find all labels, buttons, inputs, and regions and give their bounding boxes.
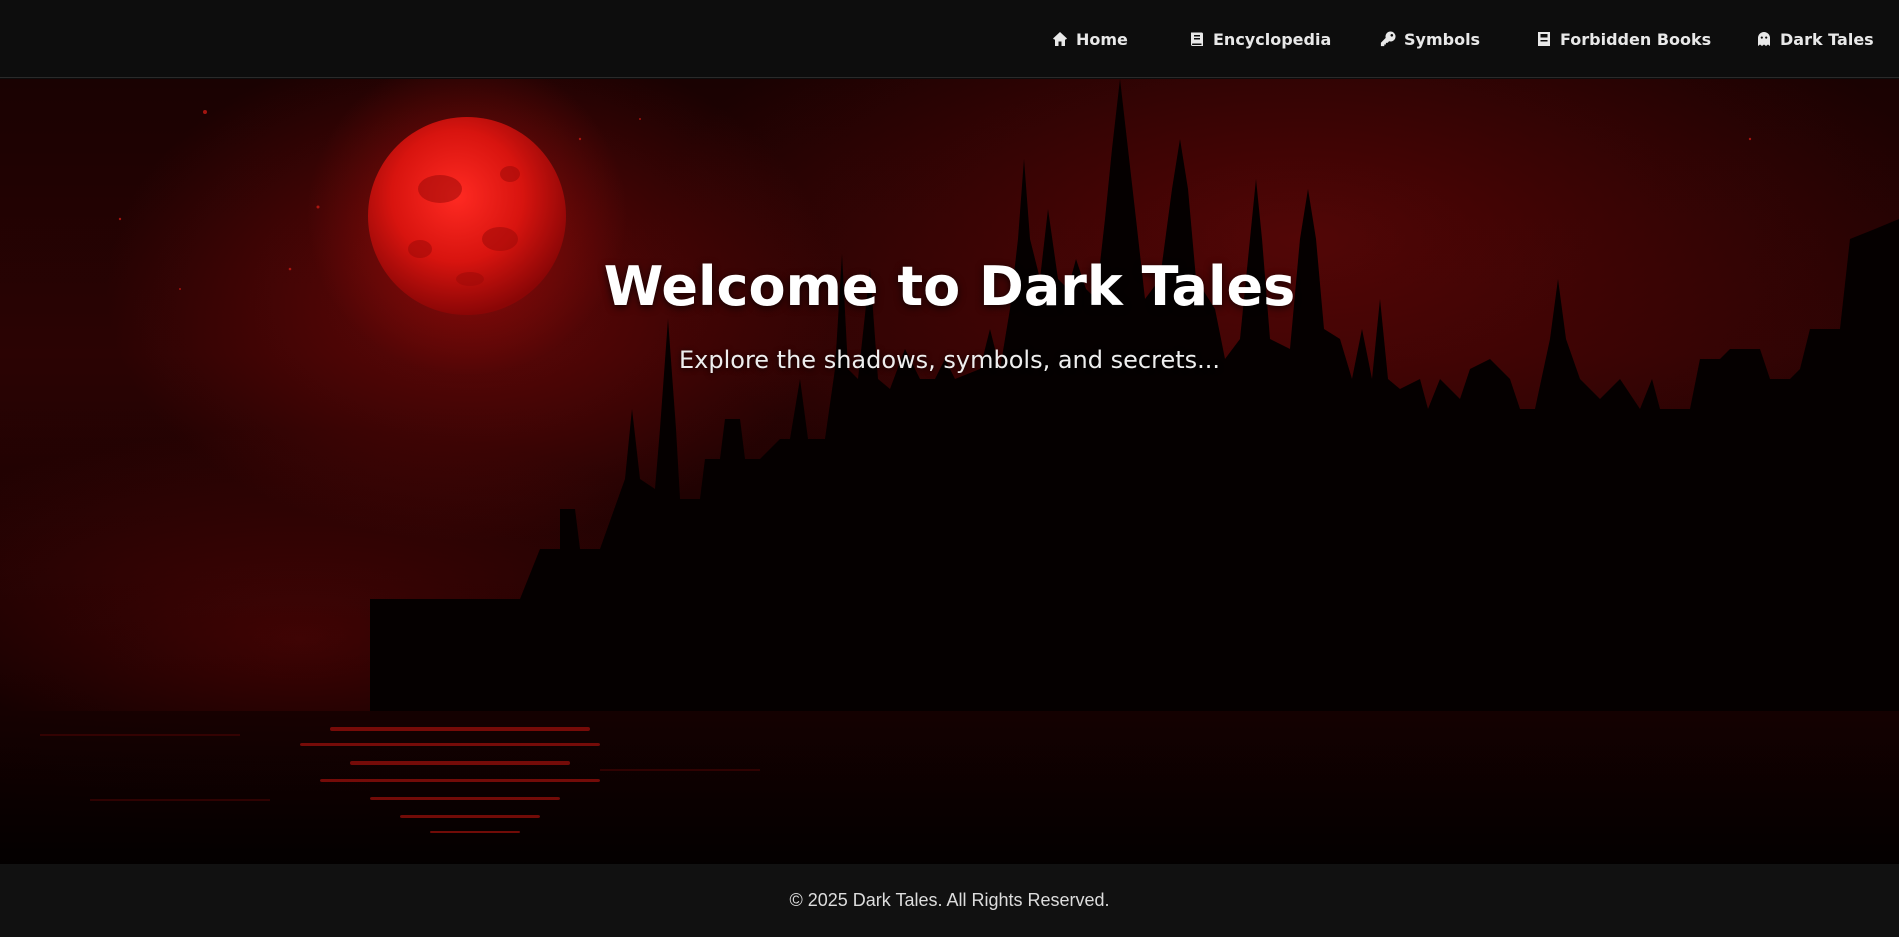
home-icon: [1053, 32, 1067, 46]
nav-item-label: Forbidden Books: [1560, 29, 1712, 49]
ghost-icon: [1758, 32, 1770, 46]
nav-item-label: Encyclopedia: [1213, 29, 1332, 49]
book-icon: [1191, 32, 1203, 46]
nav-item-label: Symbols: [1404, 29, 1481, 49]
hero-title: Welcome to Dark Tales: [603, 255, 1296, 318]
nav-item-encyclopedia[interactable]: Encyclopedia: [1189, 28, 1331, 50]
nav-item-label: Dark Tales: [1780, 29, 1874, 49]
key-icon: [1380, 31, 1396, 47]
nav-item-symbols[interactable]: Symbols: [1380, 28, 1480, 50]
copyright-text: © 2025 Dark Tales. All Rights Reserved.: [789, 890, 1110, 910]
hero-subtitle: Explore the shadows, symbols, and secret…: [678, 346, 1221, 374]
closed-book-icon: [1538, 32, 1550, 46]
hero-background-illustration: [0, 79, 1899, 864]
water: [0, 711, 1899, 864]
nav-item-label: Home: [1076, 29, 1128, 49]
top-navbar: Home Encyclopedia Symbols Forbidden Book…: [0, 0, 1899, 78]
nav-item-dark-tales[interactable]: Dark Tales: [1756, 28, 1874, 50]
hero-banner: Welcome to Dark Tales Explore the shadow…: [0, 79, 1899, 864]
page-footer: © 2025 Dark Tales. All Rights Reserved.: [0, 864, 1899, 937]
nav-item-forbidden-books[interactable]: Forbidden Books: [1536, 28, 1711, 50]
nav-item-home[interactable]: Home: [1052, 28, 1128, 50]
